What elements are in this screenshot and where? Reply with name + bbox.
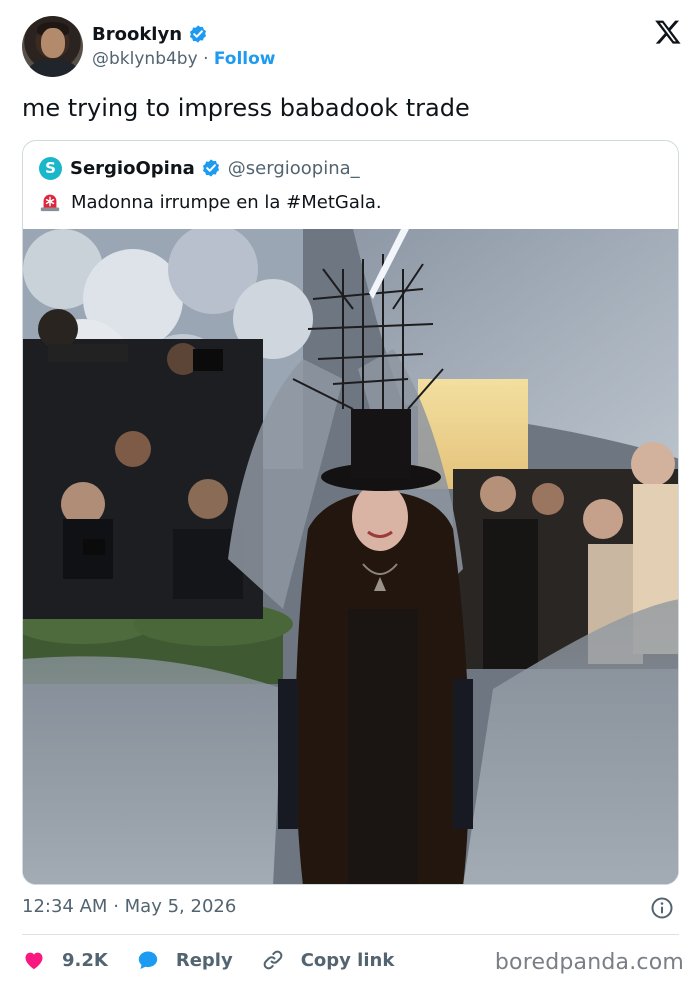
- tweet-card: Brooklyn @bklynb4by · Follow me trying t…: [0, 0, 700, 986]
- rotating-light-icon: [40, 194, 60, 212]
- verified-badge-icon: [202, 159, 219, 177]
- quoted-photo[interactable]: [23, 229, 678, 884]
- follow-button[interactable]: Follow: [214, 49, 276, 69]
- quoted-tweet[interactable]: S SergioOpina @sergioopina_ Madonna irru…: [22, 140, 679, 885]
- reply-label: Reply: [175, 949, 233, 971]
- quoted-text-row: Madonna irrumpe en la #MetGala.: [39, 189, 382, 215]
- quoted-author-handle[interactable]: @sergioopina_: [228, 158, 360, 179]
- like-button[interactable]: 9.2K: [22, 948, 108, 972]
- quoted-header: S SergioOpina @sergioopina_: [39, 156, 360, 180]
- tweet-date: May 5, 2026: [124, 896, 237, 917]
- author-name-row: Brooklyn: [92, 22, 208, 46]
- photo-illustration: [23, 229, 678, 884]
- watermark: boredpanda.com: [494, 950, 684, 975]
- author-handle-row: @bklynb4by · Follow: [92, 49, 276, 69]
- copy-link-label: Copy link: [300, 949, 395, 971]
- tweet-header: Brooklyn @bklynb4by · Follow: [22, 16, 682, 78]
- like-count: 9.2K: [62, 949, 108, 971]
- x-logo-icon[interactable]: [654, 18, 682, 46]
- quoted-avatar[interactable]: S: [39, 156, 62, 180]
- author-name[interactable]: Brooklyn: [92, 24, 182, 45]
- quoted-author-name[interactable]: SergioOpina: [70, 158, 195, 179]
- divider: [22, 934, 679, 935]
- separator-dot: ·: [113, 896, 119, 917]
- reply-button[interactable]: Reply: [136, 948, 233, 972]
- reply-bubble-icon: [138, 951, 158, 969]
- quoted-text: Madonna irrumpe en la #MetGala.: [71, 191, 382, 213]
- copy-link-button[interactable]: Copy link: [261, 948, 395, 972]
- link-icon: [263, 950, 283, 970]
- author-handle[interactable]: @bklynb4by: [92, 49, 198, 69]
- heart-icon: [25, 952, 43, 970]
- separator-dot: ·: [203, 49, 209, 69]
- info-icon[interactable]: [650, 896, 674, 920]
- tweet-timestamp[interactable]: 12:34 AM · May 5, 2026: [22, 896, 236, 917]
- tweet-time: 12:34 AM: [22, 896, 108, 917]
- author-avatar[interactable]: [22, 16, 83, 77]
- tweet-text: me trying to impress babadook trade: [22, 94, 470, 122]
- verified-badge-icon: [190, 25, 207, 43]
- action-bar: 9.2K Reply Copy link: [22, 946, 422, 974]
